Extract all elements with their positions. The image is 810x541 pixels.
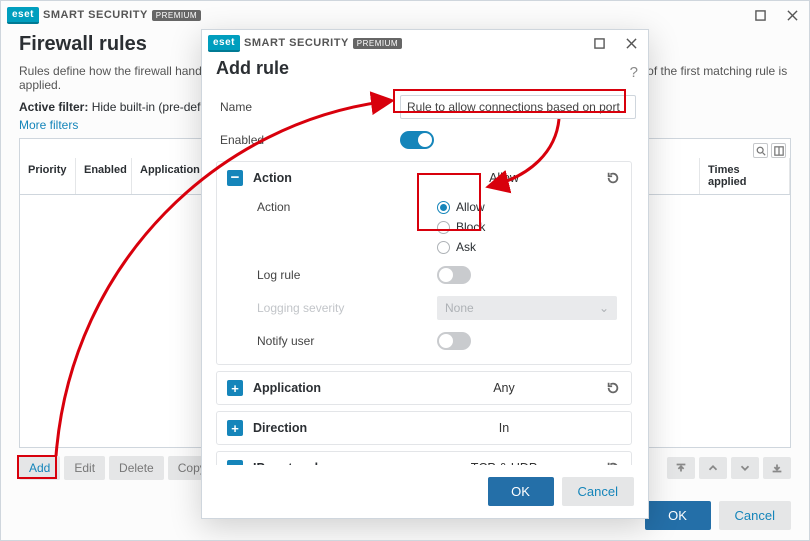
rule-name-input[interactable] — [400, 95, 636, 119]
notify-user-toggle[interactable] — [437, 332, 471, 350]
move-bottom-button[interactable] — [763, 457, 791, 479]
dialog-close-icon[interactable] — [620, 34, 642, 52]
move-up-button[interactable] — [699, 457, 727, 479]
dialog-brand-badge: PREMIUM — [353, 38, 402, 49]
ip-section-value: TCP & UDP — [413, 461, 595, 465]
add-rule-dialog: eset SMART SECURITY PREMIUM Add rule ? N… — [201, 29, 649, 519]
dialog-cancel-button[interactable]: Cancel — [562, 477, 634, 506]
dialog-maximize-icon[interactable] — [588, 34, 610, 52]
col-enabled[interactable]: Enabled — [76, 158, 132, 194]
add-button[interactable]: Add — [19, 456, 60, 480]
active-filter-label: Active filter: — [19, 100, 88, 114]
window-maximize-icon[interactable] — [749, 6, 771, 24]
expand-icon[interactable]: + — [227, 420, 243, 436]
ip-section-title: IP protocol — [253, 461, 403, 465]
chevron-down-icon: ⌄ — [599, 301, 609, 315]
log-rule-toggle[interactable] — [437, 266, 471, 284]
more-filters-link[interactable]: More filters — [19, 118, 78, 132]
enabled-toggle[interactable] — [400, 131, 434, 149]
logging-severity-label: Logging severity — [257, 301, 437, 315]
expand-icon[interactable]: + — [227, 460, 243, 465]
application-section[interactable]: + Application Any — [216, 371, 632, 405]
expand-icon[interactable]: + — [227, 380, 243, 396]
window-close-icon[interactable] — [781, 6, 803, 24]
reset-icon[interactable] — [605, 380, 621, 396]
application-section-value: Any — [413, 381, 595, 395]
action-section-title: Action — [253, 171, 403, 185]
enabled-label: Enabled — [220, 133, 400, 147]
dialog-brand: eset SMART SECURITY PREMIUM — [208, 35, 402, 52]
columns-icon[interactable] — [771, 143, 786, 158]
main-cancel-button[interactable]: Cancel — [719, 501, 791, 530]
move-top-button[interactable] — [667, 457, 695, 479]
search-icon[interactable] — [753, 143, 768, 158]
logging-severity-value: None — [445, 301, 474, 315]
dialog-titlebar: eset SMART SECURITY PREMIUM — [202, 30, 648, 56]
radio-allow[interactable]: Allow — [437, 200, 485, 214]
main-ok-button[interactable]: OK — [645, 501, 711, 530]
main-window: eset SMART SECURITY PREMIUM Firewall rul… — [0, 0, 810, 541]
name-label: Name — [220, 100, 400, 114]
reset-icon[interactable] — [605, 170, 621, 186]
direction-section-title: Direction — [253, 421, 403, 435]
collapse-icon[interactable]: − — [227, 170, 243, 186]
brand-badge: PREMIUM — [152, 10, 201, 21]
logging-severity-select: None ⌄ — [437, 296, 617, 320]
brand-logo: eset SMART SECURITY PREMIUM — [7, 7, 201, 24]
direction-section[interactable]: + Direction In — [216, 411, 632, 445]
ip-protocol-section[interactable]: + IP protocol TCP & UDP — [216, 451, 632, 465]
brand-pill: eset — [7, 7, 39, 24]
radio-ask-label: Ask — [456, 240, 476, 254]
main-titlebar: eset SMART SECURITY PREMIUM — [1, 1, 809, 29]
dialog-brand-pill: eset — [208, 35, 240, 52]
move-down-button[interactable] — [731, 457, 759, 479]
radio-block-label: Block — [456, 220, 485, 234]
dialog-ok-button[interactable]: OK — [488, 477, 554, 506]
direction-section-value: In — [413, 421, 595, 435]
application-section-title: Application — [253, 381, 403, 395]
edit-button[interactable]: Edit — [64, 456, 105, 480]
reset-icon[interactable] — [605, 460, 621, 465]
notify-user-label: Notify user — [257, 334, 437, 348]
action-radio-group: Allow Block Ask — [437, 200, 485, 254]
brand-name: SMART SECURITY — [43, 9, 148, 21]
log-rule-label: Log rule — [257, 268, 437, 282]
radio-ask[interactable]: Ask — [437, 240, 485, 254]
action-section: − Action Allow Action Allow Block Ask — [216, 161, 632, 365]
dialog-title: Add rule — [202, 56, 303, 89]
radio-allow-label: Allow — [456, 200, 485, 214]
help-icon[interactable]: ? — [630, 64, 638, 81]
col-times-applied[interactable]: Times applied — [700, 158, 790, 194]
dialog-brand-name: SMART SECURITY — [244, 37, 349, 49]
col-priority[interactable]: Priority — [20, 158, 76, 194]
action-section-summary: Allow — [413, 171, 595, 185]
action-label: Action — [257, 200, 437, 214]
delete-button[interactable]: Delete — [109, 456, 164, 480]
radio-block[interactable]: Block — [437, 220, 485, 234]
